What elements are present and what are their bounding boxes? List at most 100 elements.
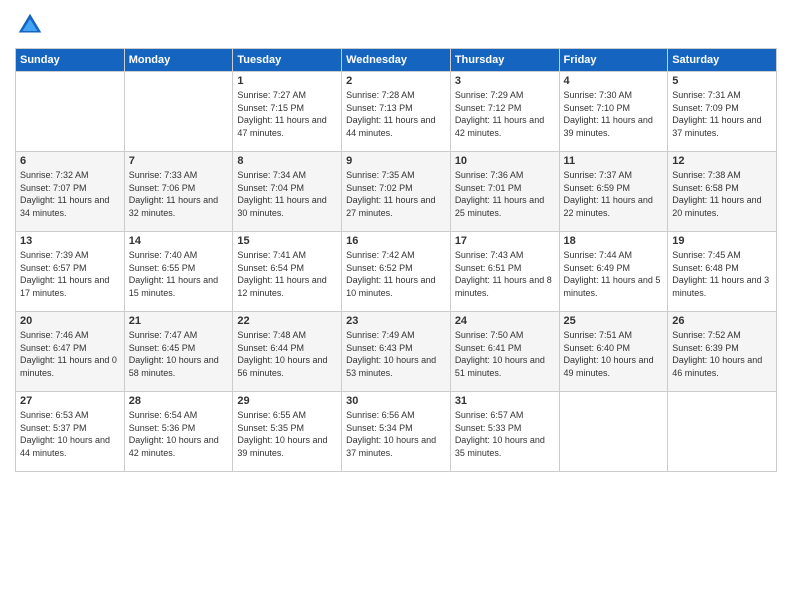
calendar-cell: 6 Sunrise: 7:32 AM Sunset: 7:07 PM Daylig… [16,152,125,232]
calendar-cell: 9Sunrise: 7:35 AM Sunset: 7:02 PM Daylig… [342,152,451,232]
page: SundayMondayTuesdayWednesdayThursdayFrid… [0,0,792,612]
day-header-wednesday: Wednesday [342,49,451,72]
day-number: 6 [20,155,120,167]
day-number: 11 [564,155,664,167]
day-info: Sunrise: 7:34 AM Sunset: 7:04 PM Dayligh… [237,169,337,219]
day-info: Sunrise: 7:32 AM Sunset: 7:07 PM Dayligh… [20,169,120,219]
day-info: Sunrise: 7:28 AM Sunset: 7:13 PM Dayligh… [346,89,446,139]
day-info: Sunrise: 7:48 AM Sunset: 6:44 PM Dayligh… [237,329,337,379]
logo-icon [15,10,45,40]
day-number: 3 [455,75,555,87]
day-number: 20 [20,315,120,327]
calendar-cell: 1 Sunrise: 7:27 AM Sunset: 7:15 PM Daylig… [233,72,342,152]
day-info: Sunrise: 7:27 AM Sunset: 7:15 PM Dayligh… [237,89,337,139]
logo [15,10,49,40]
day-info: Sunrise: 7:41 AM Sunset: 6:54 PM Dayligh… [237,249,337,299]
calendar-cell: 31 Sunrise: 6:57 AM Sunset: 5:33 PM Dayli… [450,392,559,472]
calendar-header-row: SundayMondayTuesdayWednesdayThursdayFrid… [16,49,777,72]
calendar-cell: 17 Sunrise: 7:43 AM Sunset: 6:51 PM Dayli… [450,232,559,312]
day-number: 17 [455,235,555,247]
day-info: Sunrise: 6:53 AM Sunset: 5:37 PM Dayligh… [20,409,120,459]
week-row-3: 13 Sunrise: 7:39 AM Sunset: 6:57 PM Dayli… [16,232,777,312]
day-info: Sunrise: 6:54 AM Sunset: 5:36 PM Dayligh… [129,409,229,459]
calendar-cell: 4 Sunrise: 7:30 AM Sunset: 7:10 PM Daylig… [559,72,668,152]
day-header-monday: Monday [124,49,233,72]
day-info: Sunrise: 6:57 AM Sunset: 5:33 PM Dayligh… [455,409,555,459]
day-number: 22 [237,315,337,327]
calendar-cell: 11 Sunrise: 7:37 AM Sunset: 6:59 PM Dayli… [559,152,668,232]
week-row-4: 20 Sunrise: 7:46 AM Sunset: 6:47 PM Dayli… [16,312,777,392]
calendar-cell: 21Sunrise: 7:47 AM Sunset: 6:45 PM Dayli… [124,312,233,392]
day-info: Sunrise: 7:42 AM Sunset: 6:52 PM Dayligh… [346,249,446,299]
day-number: 27 [20,395,120,407]
day-number: 5 [672,75,772,87]
day-info: Sunrise: 7:52 AM Sunset: 6:39 PM Dayligh… [672,329,772,379]
day-number: 31 [455,395,555,407]
day-info: Sunrise: 7:43 AM Sunset: 6:51 PM Dayligh… [455,249,555,299]
day-number: 8 [237,155,337,167]
calendar-cell: 10 Sunrise: 7:36 AM Sunset: 7:01 PM Dayli… [450,152,559,232]
calendar-cell: 23 Sunrise: 7:49 AM Sunset: 6:43 PM Dayli… [342,312,451,392]
day-number: 16 [346,235,446,247]
day-number: 21 [129,315,229,327]
day-number: 30 [346,395,446,407]
calendar-cell [16,72,125,152]
day-info: Sunrise: 7:46 AM Sunset: 6:47 PM Dayligh… [20,329,120,379]
week-row-2: 6 Sunrise: 7:32 AM Sunset: 7:07 PM Daylig… [16,152,777,232]
day-info: Sunrise: 7:30 AM Sunset: 7:10 PM Dayligh… [564,89,664,139]
day-info: Sunrise: 7:36 AM Sunset: 7:01 PM Dayligh… [455,169,555,219]
day-info: Sunrise: 7:44 AM Sunset: 6:49 PM Dayligh… [564,249,664,299]
day-number: 10 [455,155,555,167]
day-info: Sunrise: 7:49 AM Sunset: 6:43 PM Dayligh… [346,329,446,379]
day-number: 19 [672,235,772,247]
day-number: 4 [564,75,664,87]
day-info: Sunrise: 7:33 AM Sunset: 7:06 PM Dayligh… [129,169,229,219]
calendar-cell: 15 Sunrise: 7:41 AM Sunset: 6:54 PM Dayli… [233,232,342,312]
calendar-cell: 12Sunrise: 7:38 AM Sunset: 6:58 PM Dayli… [668,152,777,232]
day-number: 15 [237,235,337,247]
day-header-saturday: Saturday [668,49,777,72]
calendar-cell: 14 Sunrise: 7:40 AM Sunset: 6:55 PM Dayli… [124,232,233,312]
day-info: Sunrise: 7:29 AM Sunset: 7:12 PM Dayligh… [455,89,555,139]
calendar-cell: 28Sunrise: 6:54 AM Sunset: 5:36 PM Dayli… [124,392,233,472]
calendar-cell: 13 Sunrise: 7:39 AM Sunset: 6:57 PM Dayli… [16,232,125,312]
calendar-cell [559,392,668,472]
day-info: Sunrise: 6:55 AM Sunset: 5:35 PM Dayligh… [237,409,337,459]
day-info: Sunrise: 7:38 AM Sunset: 6:58 PM Dayligh… [672,169,772,219]
calendar-cell: 24Sunrise: 7:50 AM Sunset: 6:41 PM Dayli… [450,312,559,392]
calendar-cell: 26 Sunrise: 7:52 AM Sunset: 6:39 PM Dayli… [668,312,777,392]
calendar-cell: 8 Sunrise: 7:34 AM Sunset: 7:04 PM Daylig… [233,152,342,232]
day-number: 9 [346,155,446,167]
header [15,10,777,40]
calendar-cell: 20 Sunrise: 7:46 AM Sunset: 6:47 PM Dayli… [16,312,125,392]
day-header-sunday: Sunday [16,49,125,72]
day-number: 13 [20,235,120,247]
day-info: Sunrise: 7:50 AM Sunset: 6:41 PM Dayligh… [455,329,555,379]
calendar-table: SundayMondayTuesdayWednesdayThursdayFrid… [15,48,777,472]
day-info: Sunrise: 7:45 AM Sunset: 6:48 PM Dayligh… [672,249,772,299]
day-number: 26 [672,315,772,327]
day-info: Sunrise: 7:31 AM Sunset: 7:09 PM Dayligh… [672,89,772,139]
calendar-cell: 22 Sunrise: 7:48 AM Sunset: 6:44 PM Dayli… [233,312,342,392]
calendar-cell: 30Sunrise: 6:56 AM Sunset: 5:34 PM Dayli… [342,392,451,472]
day-number: 18 [564,235,664,247]
day-number: 2 [346,75,446,87]
day-header-friday: Friday [559,49,668,72]
calendar-cell: 25Sunrise: 7:51 AM Sunset: 6:40 PM Dayli… [559,312,668,392]
calendar-cell: 19 Sunrise: 7:45 AM Sunset: 6:48 PM Dayli… [668,232,777,312]
calendar-cell: 29 Sunrise: 6:55 AM Sunset: 5:35 PM Dayli… [233,392,342,472]
day-number: 7 [129,155,229,167]
day-info: Sunrise: 7:40 AM Sunset: 6:55 PM Dayligh… [129,249,229,299]
calendar-cell: 2 Sunrise: 7:28 AM Sunset: 7:13 PM Daylig… [342,72,451,152]
day-info: Sunrise: 7:39 AM Sunset: 6:57 PM Dayligh… [20,249,120,299]
calendar-cell: 16 Sunrise: 7:42 AM Sunset: 6:52 PM Dayli… [342,232,451,312]
day-number: 29 [237,395,337,407]
calendar-cell: 3 Sunrise: 7:29 AM Sunset: 7:12 PM Daylig… [450,72,559,152]
day-info: Sunrise: 7:37 AM Sunset: 6:59 PM Dayligh… [564,169,664,219]
calendar-cell [124,72,233,152]
calendar-cell: 5 Sunrise: 7:31 AM Sunset: 7:09 PM Daylig… [668,72,777,152]
day-number: 14 [129,235,229,247]
day-number: 23 [346,315,446,327]
calendar-cell: 18 Sunrise: 7:44 AM Sunset: 6:49 PM Dayli… [559,232,668,312]
day-number: 1 [237,75,337,87]
